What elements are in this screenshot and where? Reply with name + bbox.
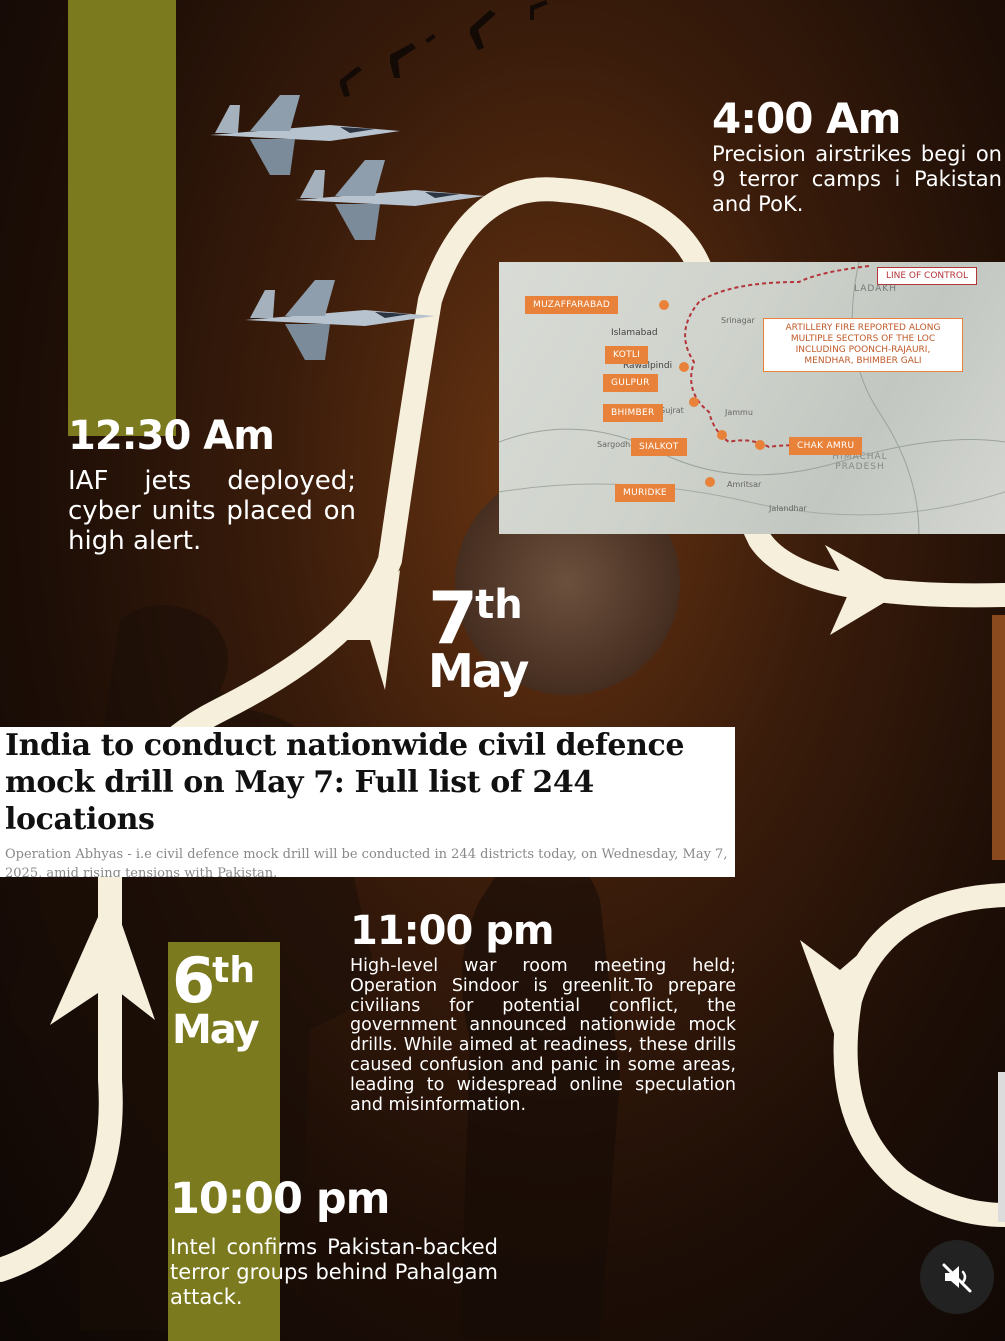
desc-1000pm: Intel confirms Pakistan-backed terror gr… [170,1235,498,1309]
map-place-srinagar: Srinagar [721,316,755,325]
speaker-muted-icon [942,1263,972,1293]
date-6th-may: 6th May [172,950,282,1053]
map-dot-sialkot [717,430,727,440]
map-place-sargodha: Sargodha [597,440,636,449]
map-label-muridke: MURIDKE [615,484,675,502]
time-1000pm: 10:00 pm [170,1174,390,1224]
map-place-gujrat: Gujrat [659,406,684,415]
news-clipping: India to conduct nationwide civil defenc… [0,727,735,877]
map-callout: ARTILLERY FIRE REPORTED ALONG MULTIPLE S… [763,318,963,372]
map-dot-bhimber [689,397,699,407]
date-7-suffix: th [475,582,523,628]
date-6-month: May [172,1007,260,1053]
map-dot-chak-amru [755,440,765,450]
map-dot-kotli [679,362,689,372]
date-7th-may: 7th May [428,582,538,694]
right-edge-sliver [998,1072,1005,1222]
map-dot-muzaffarabad [659,300,669,310]
map-label-chak-amru: CHAK AMRU [789,437,863,455]
news-subline: Operation Abhyas - i.e civil defence moc… [5,847,728,877]
desc-400am: Precision airstrikes begi on 9 terror ca… [712,142,1002,216]
mute-button[interactable] [920,1240,994,1314]
map-label-sialkot: SIALKOT [631,438,687,456]
map-place-amritsar: Amritsar [727,480,762,489]
map-place-jalandhar: Jalandhar [769,504,807,513]
desc-1230am: IAF jets deployed; cyber units placed on… [68,466,356,556]
map-dot-muridke [705,477,715,487]
loc-map: LINE OF CONTROL LADAKH ARTILLERY FIRE RE… [499,262,1005,534]
date-7-month: May [428,644,529,698]
map-label-gulpur: GULPUR [603,374,658,392]
fighter-jets-decor [210,95,485,360]
loc-label-box: LINE OF CONTROL [876,267,977,285]
news-headline: India to conduct nationwide civil defenc… [5,728,685,837]
date-6-suffix: th [212,950,255,991]
map-label-muzaffarabad: MUZAFFARABAD [525,296,619,314]
time-400am: 4:00 Am [712,94,901,143]
time-1100pm: 11:00 pm [350,908,555,954]
map-label-kotli: KOTLI [605,346,649,364]
map-place-ladakh: LADAKH [854,284,897,294]
map-place-jammu: Jammu [725,408,753,417]
map-label-bhimber: BHIMBER [603,404,663,422]
map-place-islamabad: Islamabad [611,328,658,338]
time-1230am: 12:30 Am [68,413,275,459]
map-place-himachal: HIMACHAL PRADESH [832,452,888,472]
desc-1100pm: High-level war room meeting held; Operat… [350,956,736,1115]
